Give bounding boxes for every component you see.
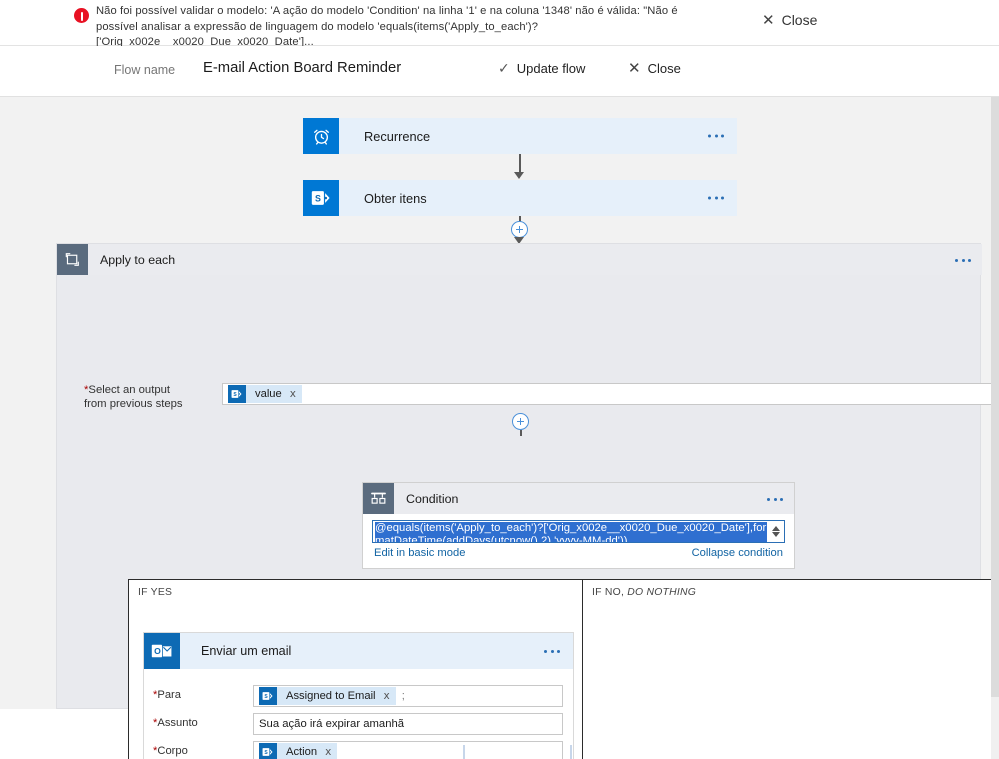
node-recurrence-title: Recurrence — [364, 128, 431, 144]
token-remove-icon[interactable]: x — [384, 690, 390, 702]
connector-arrow — [514, 172, 524, 179]
error-close-button[interactable]: ✕ Close — [762, 12, 817, 28]
scope-header[interactable]: Apply to each — [57, 244, 982, 275]
branch-if-no-label-prefix: IF NO, — [592, 587, 625, 598]
card-enviar-um-email: O Enviar um email *Para S Assigned to Em… — [143, 632, 574, 759]
check-icon: ✓ — [498, 60, 510, 77]
field-label-para-text: Para — [157, 689, 181, 701]
email-action-header[interactable]: O Enviar um email — [144, 633, 573, 669]
sharepoint-icon: S — [259, 743, 277, 759]
insert-step-button[interactable] — [511, 221, 528, 238]
flow-canvas: Recurrence S Obter itens Apply to each *… — [0, 97, 991, 759]
condition-menu[interactable] — [767, 498, 783, 501]
error-circle-icon — [74, 8, 89, 23]
condition-expression-text[interactable]: @equals(items('Apply_to_each')?['Orig_x0… — [375, 522, 767, 542]
branch-if-yes: IF YES O Enviar um email *Para S Assigne… — [129, 580, 583, 759]
spinner-updown-icon[interactable] — [769, 521, 783, 541]
branch-if-no-label-suffix: DO NOTHING — [627, 587, 697, 598]
email-action-title: Enviar um email — [201, 644, 292, 658]
insert-step-button[interactable] — [512, 413, 529, 430]
card-condition: Condition @equals(items('Apply_to_each')… — [362, 482, 795, 569]
token-chip-action[interactable]: S Action x — [259, 743, 338, 759]
update-flow-button[interactable]: ✓ Update flow — [498, 61, 585, 76]
sharepoint-icon: S — [303, 180, 339, 216]
token-chip-label: Action — [286, 746, 318, 758]
close-flow-label: Close — [647, 61, 681, 76]
token-remove-icon[interactable]: x — [325, 746, 331, 758]
condition-branches: IF YES O Enviar um email *Para S Assigne… — [128, 579, 991, 759]
token-chip-label: value — [255, 388, 282, 400]
branch-if-yes-label: IF YES — [138, 587, 173, 598]
token-chip-assigned-to-email[interactable]: S Assigned to Email x — [259, 687, 396, 705]
field-label-corpo-text: Corpo — [157, 745, 188, 757]
close-icon: ✕ — [762, 10, 775, 29]
email-action-menu[interactable] — [544, 650, 560, 653]
error-banner: Não foi possível validar o modelo: 'A aç… — [0, 0, 999, 48]
scope-apply-to-each: Apply to each *Select an output from pre… — [56, 243, 991, 759]
token-chip-label: Assigned to Email — [286, 690, 376, 702]
collapse-condition-link[interactable]: Collapse condition — [692, 547, 783, 559]
field-row-para: *Para S Assigned to Email x ; — [144, 685, 573, 707]
alarm-clock-icon — [303, 118, 339, 154]
select-output-label-l1: Select an output — [88, 384, 171, 396]
token-chip-value[interactable]: S value x — [228, 385, 302, 403]
flow-header: Flow name E-mail Action Board Reminder ✓… — [0, 46, 999, 97]
foreach-loop-icon — [57, 244, 88, 275]
field-label-assunto-text: Assunto — [157, 717, 198, 729]
close-icon: ✕ — [628, 59, 641, 77]
field-label-para: *Para — [153, 689, 181, 701]
select-output-label: *Select an output from previous steps — [84, 383, 189, 411]
error-close-label: Close — [781, 12, 818, 28]
node-recurrence-menu[interactable] — [708, 134, 724, 138]
sharepoint-icon: S — [259, 687, 277, 705]
vertical-scrollbar-thumb[interactable] — [991, 97, 999, 697]
field-label-assunto: *Assunto — [153, 717, 198, 729]
sharepoint-icon: S — [228, 385, 246, 403]
token-remove-icon[interactable]: x — [290, 388, 296, 400]
scope-menu[interactable] — [955, 259, 971, 262]
flow-name-label: Flow name — [114, 63, 176, 77]
field-label-corpo: *Corpo — [153, 745, 188, 757]
connector-line — [519, 154, 521, 173]
field-input-corpo[interactable]: S Action x — [253, 741, 563, 759]
flow-name-value[interactable]: E-mail Action Board Reminder — [203, 60, 401, 76]
connector-line — [520, 430, 522, 436]
condition-branch-icon — [363, 483, 394, 514]
error-message: Não foi possível validar o modelo: 'A aç… — [96, 5, 678, 48]
condition-expression-box[interactable]: @equals(items('Apply_to_each')?['Orig_x0… — [372, 520, 785, 543]
connector-line — [463, 745, 465, 759]
close-flow-button[interactable]: ✕ Close — [628, 59, 681, 77]
node-obter-itens-menu[interactable] — [708, 196, 724, 200]
field-input-para[interactable]: S Assigned to Email x ; — [253, 685, 563, 707]
outlook-icon: O — [144, 633, 180, 669]
field-para-suffix: ; — [401, 690, 405, 702]
update-flow-label: Update flow — [516, 61, 586, 76]
svg-text:S: S — [315, 194, 321, 204]
node-obter-itens[interactable]: S Obter itens — [303, 180, 737, 216]
field-input-assunto[interactable]: Sua ação irá expirar amanhã — [253, 713, 563, 735]
svg-text:O: O — [154, 646, 161, 656]
branch-if-no: IF NO, DO NOTHING Add an action — [583, 580, 991, 759]
condition-header[interactable]: Condition — [363, 483, 794, 514]
field-row-corpo: *Corpo S Action x — [144, 741, 573, 759]
edit-in-basic-mode-link[interactable]: Edit in basic mode — [374, 547, 465, 559]
node-recurrence[interactable]: Recurrence — [303, 118, 737, 154]
branch-if-no-label: IF NO, DO NOTHING — [592, 587, 696, 598]
node-obter-itens-title: Obter itens — [364, 190, 427, 206]
scope-title: Apply to each — [100, 252, 176, 267]
select-output-label-l2: from previous steps — [84, 398, 183, 410]
condition-title: Condition — [406, 491, 459, 506]
select-output-input[interactable]: S value x — [222, 383, 991, 405]
connector-line — [570, 745, 572, 759]
field-row-assunto: *Assunto Sua ação irá expirar amanhã — [144, 713, 573, 735]
